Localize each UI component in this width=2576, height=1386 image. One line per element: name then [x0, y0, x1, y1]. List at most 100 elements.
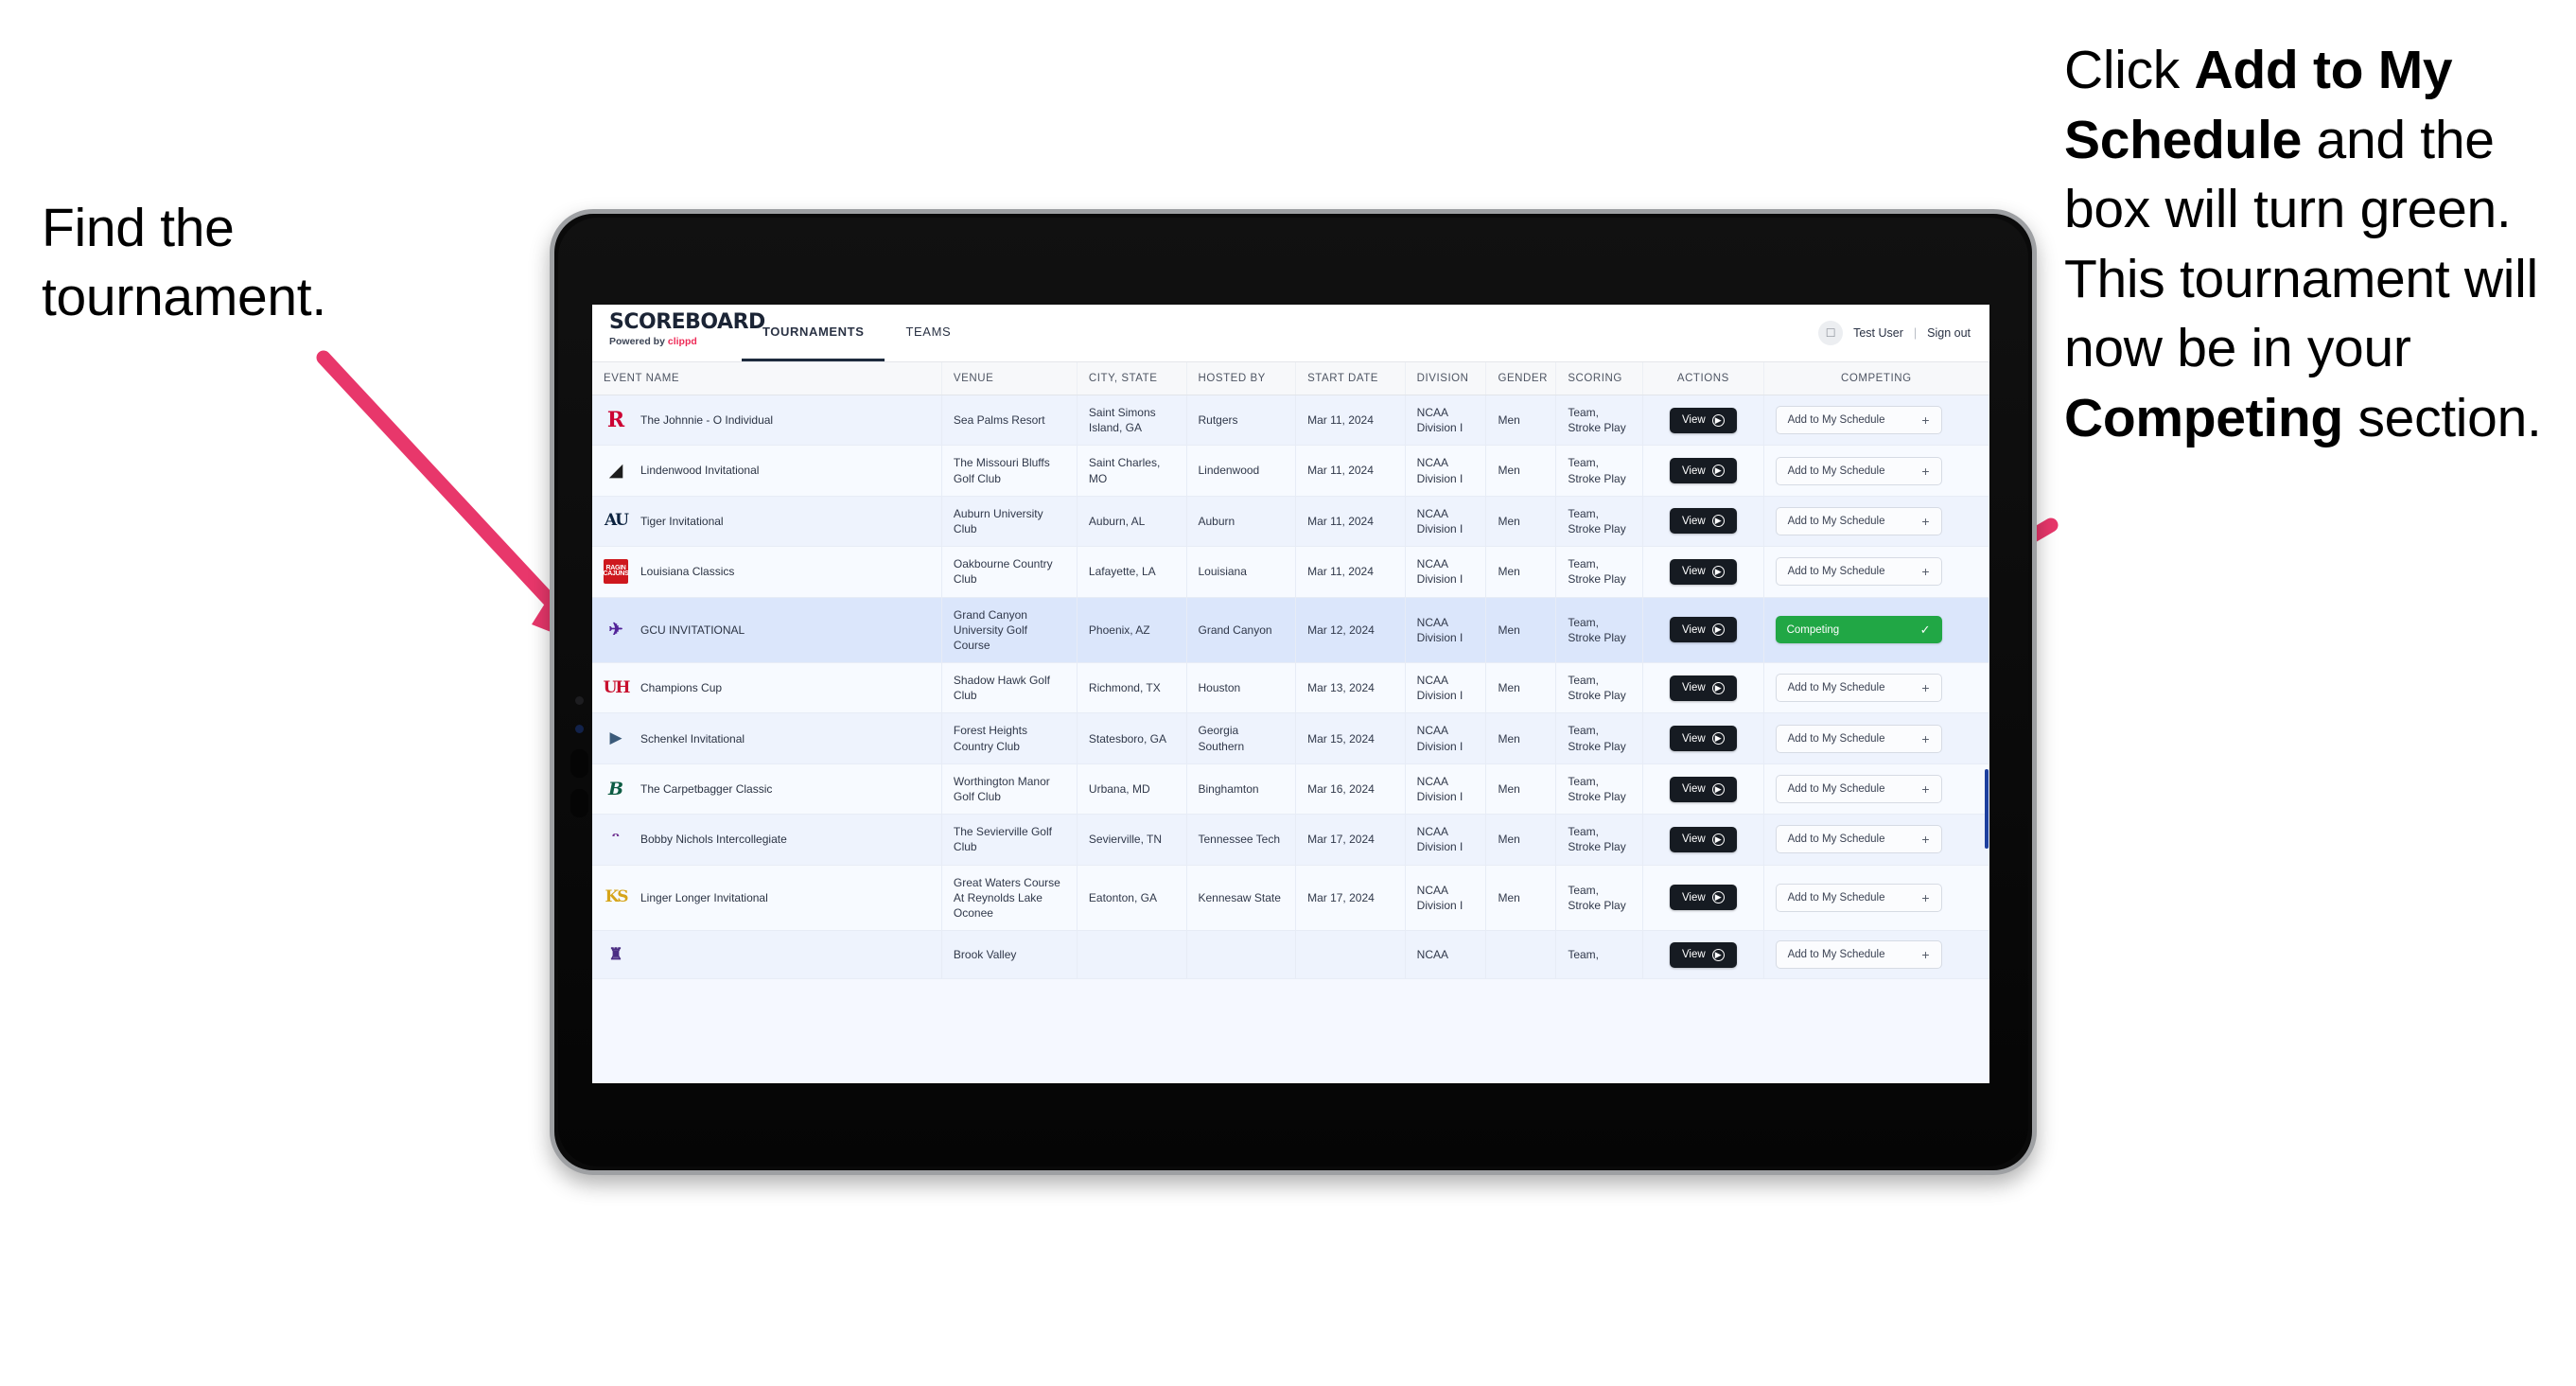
arrow-right-circle-icon: ▶	[1711, 833, 1725, 846]
view-button[interactable]: View ▶	[1669, 407, 1737, 433]
cell-venue: Grand Canyon University Golf Course	[941, 597, 1078, 664]
view-button[interactable]: View ▶	[1669, 458, 1737, 484]
col-scoring[interactable]: SCORING	[1555, 362, 1644, 395]
table-row[interactable]: ✈ GCU INVITATIONAL Grand Canyon University…	[592, 597, 1989, 664]
cell-hosted-by: Lindenwood	[1186, 445, 1297, 497]
view-button[interactable]: View ▶	[1669, 826, 1737, 852]
add-to-my-schedule-button[interactable]: Add to My Schedule +	[1775, 940, 1942, 970]
cell-actions: View ▶	[1642, 712, 1764, 764]
cell-city-state: Saint Simons Island, GA	[1077, 395, 1187, 447]
volume-down-button[interactable]	[570, 789, 588, 817]
view-button[interactable]: View ▶	[1669, 885, 1737, 911]
add-to-my-schedule-label: Add to My Schedule	[1787, 682, 1885, 694]
cell-start-date: Mar 17, 2024	[1295, 814, 1406, 866]
arrow-right-circle-icon: ▶	[1711, 515, 1725, 528]
table-header-row: EVENT NAME VENUE CITY, STATE HOSTED BY S…	[592, 362, 1989, 395]
tab-teams[interactable]: TEAMS	[885, 305, 972, 361]
cell-city-state: Lafayette, LA	[1077, 546, 1187, 598]
plus-icon: +	[1921, 463, 1930, 479]
add-to-my-schedule-button[interactable]: Add to My Schedule +	[1775, 674, 1942, 703]
view-button[interactable]: View ▶	[1669, 508, 1737, 535]
col-gender[interactable]: GENDER	[1485, 362, 1557, 395]
annotation-right: Click Add to My Schedule and the box wil…	[2064, 36, 2575, 453]
team-logo-icon: RAGIN CAJUNS	[604, 559, 629, 585]
view-button[interactable]: View ▶	[1669, 776, 1737, 802]
tablet-device-frame: SCOREBOARD Powered by clippd TOURNAMENTS…	[550, 209, 2037, 1175]
add-to-my-schedule-button[interactable]: Add to My Schedule +	[1775, 825, 1942, 854]
arrow-right-circle-icon: ▶	[1711, 465, 1725, 478]
competing-label: Competing	[1786, 623, 1840, 636]
main-nav-tabs: TOURNAMENTS TEAMS	[742, 305, 972, 361]
table-row[interactable]: UH Champions Cup Shadow Hawk Golf Club Rich…	[592, 662, 1989, 714]
cell-start-date: Mar 11, 2024	[1295, 395, 1406, 447]
cell-actions: View ▶	[1642, 597, 1764, 664]
page-root: Find the tournament. Click Add to My Sch…	[0, 0, 2576, 1386]
event-name-label: Schenkel Invitational	[640, 731, 745, 746]
tournaments-table-container[interactable]: EVENT NAME VENUE CITY, STATE HOSTED BY S…	[592, 362, 1989, 1083]
table-row[interactable]: B The Carpetbagger Classic Worthington Man…	[592, 763, 1989, 816]
add-to-my-schedule-button[interactable]: Add to My Schedule +	[1775, 883, 1942, 912]
team-logo-icon: B	[607, 778, 624, 799]
table-row[interactable]: RAGIN CAJUNS Louisiana Classics Oakbourne …	[592, 546, 1989, 598]
arrow-right-circle-icon: ▶	[1711, 623, 1725, 637]
cell-gender: Men	[1485, 445, 1557, 497]
plus-icon: +	[1921, 832, 1930, 848]
cell-scoring: Team, Stroke Play	[1555, 597, 1644, 664]
competing-badge-button[interactable]: Competing ✓	[1775, 616, 1942, 644]
cell-hosted-by: Binghamton	[1186, 763, 1297, 816]
view-button[interactable]: View ▶	[1669, 726, 1737, 752]
table-row[interactable]: ◢ Lindenwood Invitational The Missouri Blu…	[592, 445, 1989, 497]
table-row[interactable]: KS Linger Longer Invitational Great Waters…	[592, 865, 1989, 932]
table-row[interactable]: R The Johnnie - O Individual Sea Palms Res…	[592, 395, 1989, 447]
view-button[interactable]: View ▶	[1669, 941, 1737, 968]
table-row[interactable]: AU Tiger Invitational Auburn University Cl…	[592, 496, 1989, 548]
view-button[interactable]: View ▶	[1669, 558, 1737, 585]
cell-hosted-by: Rutgers	[1186, 395, 1297, 447]
user-avatar-icon[interactable]: ☐	[1818, 321, 1844, 345]
table-row[interactable]: ᵔ Bobby Nichols Intercollegiate The Sevier…	[592, 814, 1989, 866]
col-venue[interactable]: VENUE	[941, 362, 1078, 395]
table-row[interactable]: ♜ Brook Valley NCAA Team, View ▶ Add to My Sch…	[592, 930, 1989, 980]
volume-up-button[interactable]	[570, 749, 588, 778]
cell-venue: The Sevierville Golf Club	[941, 814, 1078, 866]
cell-start-date: Mar 11, 2024	[1295, 546, 1406, 598]
tournaments-table: EVENT NAME VENUE CITY, STATE HOSTED BY S…	[592, 362, 1989, 980]
add-to-my-schedule-label: Add to My Schedule	[1787, 414, 1885, 427]
cell-start-date: Mar 13, 2024	[1295, 662, 1406, 714]
team-logo-icon: AU	[604, 511, 629, 531]
cell-actions: View ▶	[1642, 930, 1764, 980]
cell-hosted-by: Louisiana	[1186, 546, 1297, 598]
team-logo-icon: ▶	[609, 728, 622, 748]
col-hosted-by[interactable]: HOSTED BY	[1186, 362, 1297, 395]
team-logo-icon: R	[606, 408, 625, 433]
cell-actions: View ▶	[1642, 546, 1764, 598]
view-button[interactable]: View ▶	[1669, 617, 1737, 643]
col-city-state[interactable]: CITY, STATE	[1077, 362, 1187, 395]
cell-city-state: Richmond, TX	[1077, 662, 1187, 714]
add-to-my-schedule-button[interactable]: Add to My Schedule +	[1775, 557, 1942, 587]
sign-out-link[interactable]: Sign out	[1927, 326, 1971, 340]
view-button[interactable]: View ▶	[1669, 675, 1737, 701]
add-to-my-schedule-button[interactable]: Add to My Schedule +	[1775, 406, 1942, 435]
user-name-label[interactable]: Test User	[1853, 326, 1903, 340]
cell-city-state: Eatonton, GA	[1077, 865, 1187, 932]
vertical-scrollbar[interactable]	[1985, 769, 1989, 849]
cell-gender: Men	[1485, 763, 1557, 816]
add-to-my-schedule-button[interactable]: Add to My Schedule +	[1775, 724, 1942, 753]
event-name-label: Louisiana Classics	[640, 565, 735, 579]
col-division[interactable]: DIVISION	[1405, 362, 1487, 395]
cell-division: NCAA Division I	[1405, 546, 1487, 598]
tab-tournaments[interactable]: TOURNAMENTS	[742, 305, 885, 361]
camera-dot-icon	[575, 696, 584, 705]
brand-logo[interactable]: SCOREBOARD Powered by clippd	[592, 305, 765, 361]
add-to-my-schedule-button[interactable]: Add to My Schedule +	[1775, 456, 1942, 485]
col-event-name[interactable]: EVENT NAME	[592, 362, 942, 395]
table-row[interactable]: ▶ Schenkel Invitational Forest Heights Cou…	[592, 712, 1989, 764]
cell-event-name: ᵔ Bobby Nichols Intercollegiate	[592, 814, 942, 866]
cell-scoring: Team, Stroke Play	[1555, 712, 1644, 764]
add-to-my-schedule-button[interactable]: Add to My Schedule +	[1775, 775, 1942, 803]
add-to-my-schedule-button[interactable]: Add to My Schedule +	[1775, 506, 1942, 535]
annotation-left: Find the tournament.	[42, 194, 448, 332]
col-start-date[interactable]: START DATE	[1295, 362, 1406, 395]
arrow-right-circle-icon: ▶	[1711, 732, 1725, 746]
